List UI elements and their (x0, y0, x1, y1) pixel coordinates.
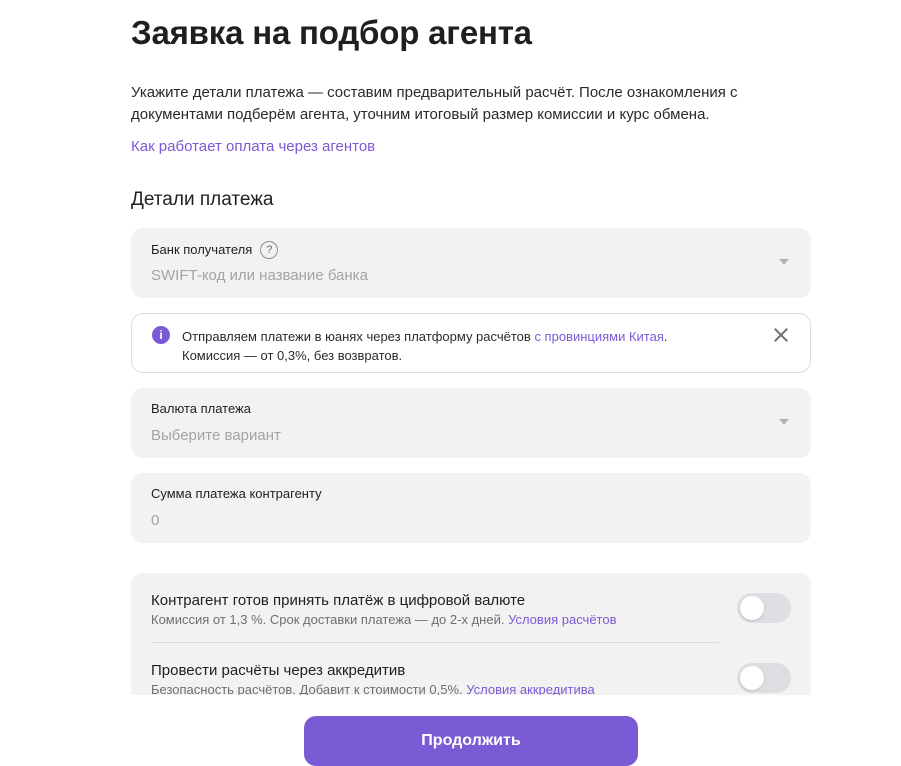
chevron-down-icon (779, 259, 789, 265)
settlement-terms-link[interactable]: Условия расчётов (508, 612, 616, 627)
digital-currency-subtitle: Комиссия от 1,3 %. Срок доставки платежа… (151, 612, 617, 627)
section-title: Детали платежа (131, 189, 274, 210)
page-title: Заявка на подбор агента (131, 14, 532, 51)
chevron-down-icon (779, 419, 789, 425)
bank-label-text: Банк получателя (151, 242, 253, 257)
letter-of-credit-subtitle: Безопасность расчётов. Добавит к стоимос… (151, 682, 595, 695)
notice-text-start: Отправляем платежи в юанях через платфор… (182, 329, 535, 344)
letter-of-credit-terms-link[interactable]: Условия аккредитива (466, 682, 595, 695)
info-icon: i (152, 326, 170, 344)
options-panel: Контрагент готов принять платёж в цифров… (131, 573, 811, 695)
toggle-knob (740, 666, 764, 690)
notice-text: Отправляем платежи в юанях через платфор… (182, 327, 668, 365)
digital-currency-title: Контрагент готов принять платёж в цифров… (151, 592, 526, 609)
letter-of-credit-title: Провести расчёты через аккредитив (151, 662, 406, 679)
letter-of-credit-desc: Безопасность расчётов. Добавит к стоимос… (151, 682, 467, 695)
digital-currency-toggle[interactable] (737, 593, 791, 623)
continue-button[interactable]: Продолжить (304, 716, 638, 766)
currency-placeholder: Выберите вариант (151, 427, 281, 444)
bank-label: Банк получателя? (151, 241, 279, 259)
amount-field[interactable]: Сумма платежа контрагенту 0 (131, 473, 811, 543)
intro-text: Укажите детали платежа — составим предва… (131, 84, 738, 123)
toggle-knob (740, 596, 764, 620)
bank-placeholder: SWIFT-код или название банка (151, 267, 368, 284)
amount-value[interactable]: 0 (151, 512, 159, 529)
close-icon[interactable] (770, 324, 792, 346)
how-it-works-link[interactable]: Как работает оплата через агентов (131, 138, 375, 155)
currency-label: Валюта платежа (151, 401, 251, 416)
digital-currency-desc: Комиссия от 1,3 %. Срок доставки платежа… (151, 612, 509, 627)
divider (151, 642, 719, 643)
china-provinces-link[interactable]: с провинциями Китая (534, 329, 663, 344)
currency-select[interactable]: Валюта платежа Выберите вариант (131, 388, 811, 458)
notice-commission: Комиссия — от 0,3%, без возвратов. (182, 348, 403, 363)
bank-select[interactable]: Банк получателя? SWIFT-код или название … (131, 228, 811, 298)
amount-label: Сумма платежа контрагенту (151, 486, 322, 501)
question-icon[interactable]: ? (260, 241, 279, 259)
letter-of-credit-toggle[interactable] (737, 663, 791, 693)
info-notice: i Отправляем платежи в юанях через платф… (131, 313, 811, 373)
notice-text-end: . (663, 329, 668, 344)
